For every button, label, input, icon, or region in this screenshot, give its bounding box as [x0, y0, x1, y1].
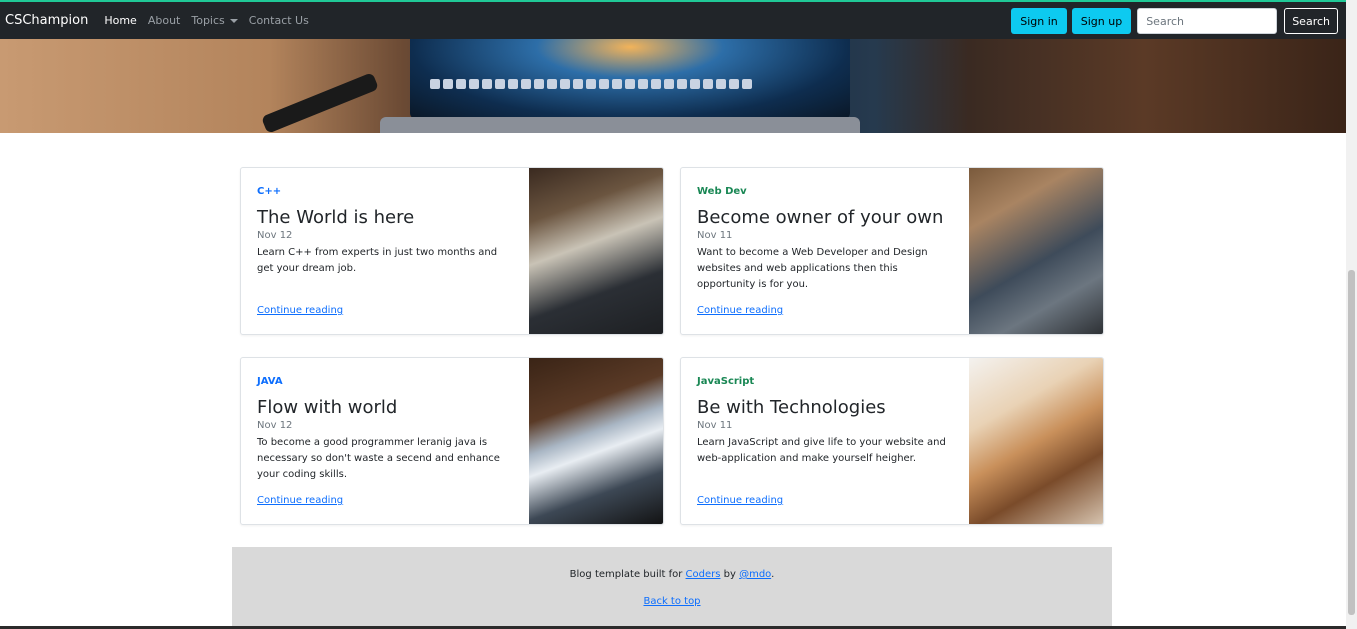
footer-back-to-top-row: Back to top [232, 596, 1112, 607]
post-title: Flow with world [257, 397, 398, 418]
continue-reading-link[interactable]: Continue reading [697, 495, 783, 506]
navbar-actions: Sign in Sign up Search Search [1006, 8, 1338, 34]
footer-author-link[interactable]: @mdo [739, 569, 771, 580]
caret-down-icon [229, 18, 238, 23]
post-category[interactable]: JavaScript [697, 376, 953, 387]
post-thumbnail [969, 168, 1103, 334]
continue-reading-link[interactable]: Continue reading [257, 305, 343, 316]
post-thumbnail [529, 358, 663, 524]
continue-reading-link[interactable]: Continue reading [697, 305, 783, 316]
post-title: Become owner of your own [697, 207, 944, 228]
post-date: Nov 12 [257, 420, 293, 431]
post-category[interactable]: Web Dev [697, 186, 953, 197]
hero-dock [430, 79, 770, 93]
post-title: Be with Technologies [697, 397, 886, 418]
post-date: Nov 11 [697, 420, 733, 431]
post-excerpt: Learn C++ from experts in just two month… [257, 247, 498, 274]
post-category[interactable]: JAVA [257, 376, 513, 387]
post-card: Web Dev Become owner of your own Nov 11 … [680, 167, 1104, 335]
navbar: CSChampion Home About Topics Contact Us … [0, 2, 1346, 39]
scrollbar-thumb[interactable] [1348, 270, 1355, 615]
post-thumbnail [529, 168, 663, 334]
footer-prefix: Blog template built for [569, 569, 686, 580]
post-card: JAVA Flow with world Nov 12 To become a … [240, 357, 664, 525]
hero-image [0, 39, 1346, 133]
back-to-top-link[interactable]: Back to top [643, 596, 700, 607]
scrollbar[interactable] [1346, 0, 1357, 629]
nav-topics-dropdown[interactable]: Topics [191, 14, 238, 27]
footer-suffix: . [771, 569, 775, 580]
footer: Blog template built for Coders by @mdo. … [232, 547, 1112, 629]
post-card: JavaScript Be with Technologies Nov 11 L… [680, 357, 1104, 525]
footer-coders-link[interactable]: Coders [686, 569, 721, 580]
nav-topics-label: Topics [191, 14, 225, 27]
post-date: Nov 11 [697, 230, 733, 241]
post-excerpt: To become a good programmer leranig java… [257, 437, 500, 480]
footer-credit: Blog template built for Coders by @mdo. [232, 569, 1112, 580]
post-card: C++ The World is here Nov 12 Learn C++ f… [240, 167, 664, 335]
signin-button[interactable]: Sign in [1011, 8, 1067, 34]
post-category[interactable]: C++ [257, 186, 513, 197]
hero-watch-shape [260, 72, 380, 133]
nav-about[interactable]: About [148, 14, 181, 27]
brand-logo[interactable]: CSChampion [5, 13, 88, 28]
post-thumbnail [969, 358, 1103, 524]
post-excerpt: Want to become a Web Developer and Desig… [697, 247, 928, 290]
hero-laptop-base [380, 117, 860, 133]
search-button[interactable]: Search [1284, 8, 1338, 34]
post-date: Nov 12 [257, 230, 293, 241]
post-excerpt: Learn JavaScript and give life to your w… [697, 437, 946, 464]
signup-button[interactable]: Sign up [1071, 8, 1132, 34]
nav-contact[interactable]: Contact Us [249, 14, 309, 27]
search-input[interactable]: Search [1137, 8, 1278, 34]
continue-reading-link[interactable]: Continue reading [257, 495, 343, 506]
post-title: The World is here [257, 207, 415, 228]
footer-by: by [720, 569, 740, 580]
nav-home[interactable]: Home [104, 14, 136, 27]
